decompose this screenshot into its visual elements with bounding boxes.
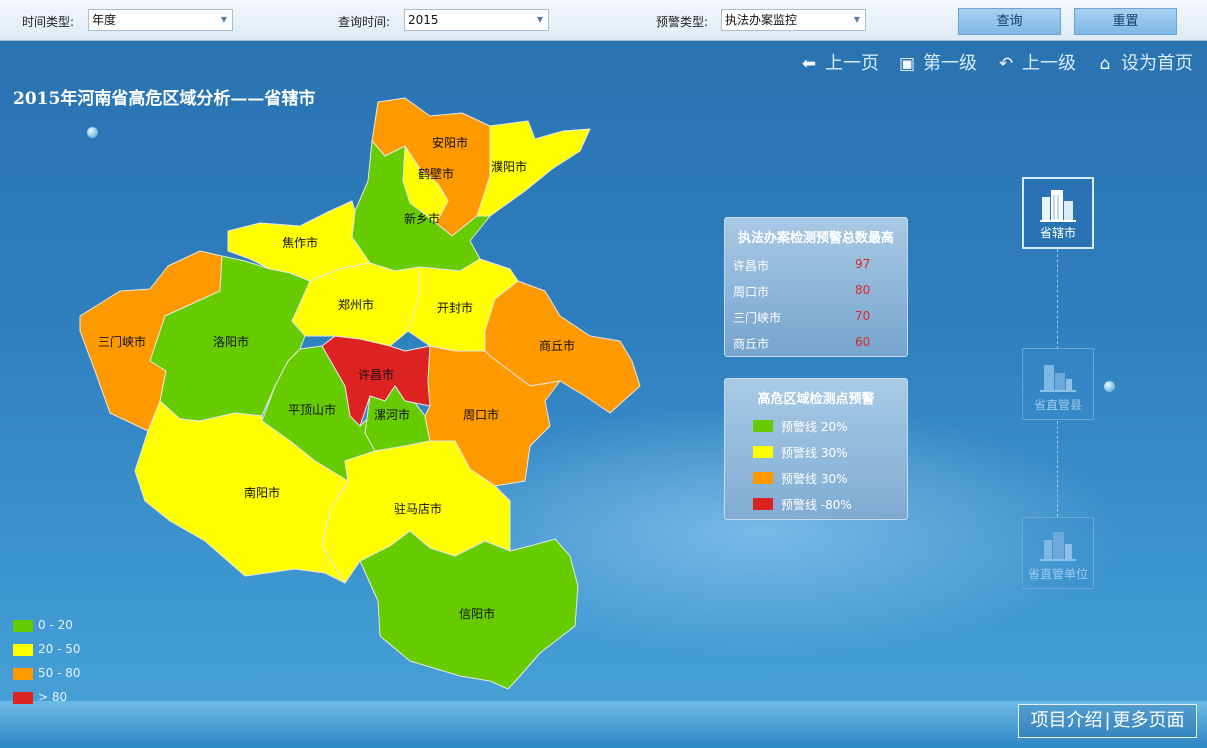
level-connector bbox=[1057, 421, 1058, 517]
legend-swatch bbox=[13, 668, 33, 680]
main-panel: ⬅ 上一页 ▣ 第一级 ↶ 上一级 ⌂ 设为首页 2015年河南省高危区域分析——省辖市 bbox=[0, 41, 1207, 748]
label-puyang: 濮阳市 bbox=[491, 159, 527, 174]
filter-bar: 时间类型: 年度 ▼ 查询时间: 2015 ▼ 预警类型: 执法办案监控 ▼ 查… bbox=[0, 0, 1207, 41]
row-name: 周口市 bbox=[733, 285, 770, 299]
legend-label: 50 - 80 bbox=[38, 666, 81, 680]
warning-line-item: 预警线 30% bbox=[725, 439, 907, 465]
row-value: 60 bbox=[855, 335, 871, 349]
legend-label: > 80 bbox=[38, 690, 68, 704]
chevron-down-icon: ▼ bbox=[853, 15, 860, 24]
label-anyang: 安阳市 bbox=[432, 135, 468, 150]
chevron-down-icon: ▼ bbox=[220, 15, 227, 24]
warning-line-item: 预警线 -80% bbox=[725, 491, 907, 517]
warning-line-label: 预警线 -80% bbox=[781, 498, 852, 512]
top-warning-row[interactable]: 许昌市 97 bbox=[725, 252, 907, 278]
warning-swatch bbox=[753, 472, 773, 484]
label-xinyang: 信阳市 bbox=[459, 606, 495, 621]
project-intro-link[interactable]: 项目介绍 bbox=[1030, 710, 1102, 731]
row-value: 97 bbox=[855, 257, 871, 271]
warning-swatch bbox=[753, 446, 773, 458]
label-luoyang: 洛阳市 bbox=[213, 334, 249, 349]
label-zhumadian: 驻马店市 bbox=[394, 501, 442, 516]
warning-line-label: 预警线 30% bbox=[781, 446, 848, 460]
legend-swatch bbox=[13, 644, 33, 656]
label-kaifeng: 开封市 bbox=[437, 300, 473, 315]
top-warning-row[interactable]: 三门峡市 70 bbox=[725, 304, 907, 330]
query-button[interactable]: 查询 bbox=[958, 8, 1061, 35]
row-name: 三门峡市 bbox=[733, 311, 782, 325]
level-label: 省直管县 bbox=[1033, 398, 1082, 412]
label-jiaozuo: 焦作市 bbox=[282, 235, 318, 250]
legend-label: 20 - 50 bbox=[38, 642, 81, 656]
label-shangqiu: 商丘市 bbox=[539, 338, 575, 353]
warning-lines-title: 高危区域检测点预警 bbox=[757, 392, 875, 407]
row-value: 70 bbox=[855, 309, 871, 323]
time-type-value: 年度 bbox=[92, 13, 117, 27]
chevron-down-icon: ▼ bbox=[536, 15, 543, 24]
label-pingdingshan: 平顶山市 bbox=[288, 402, 336, 417]
row-name: 商丘市 bbox=[733, 337, 770, 351]
footer-links: 项目介绍 | 更多页面 bbox=[1018, 704, 1197, 738]
level-provincial-county[interactable]: 省直管县 bbox=[1022, 348, 1094, 420]
top-warning-box: 执法办案检测预警总数最高 许昌市 97 周口市 80 三门峡市 70 商丘市 6… bbox=[724, 217, 908, 357]
top-warning-title: 执法办案检测预警总数最高 bbox=[737, 231, 894, 246]
warning-lines-box: 高危区域检测点预警 预警线 20% 预警线 30% 预警线 30% 预警线 -8… bbox=[724, 378, 908, 520]
row-value: 80 bbox=[855, 283, 871, 297]
more-pages-link[interactable]: 更多页面 bbox=[1113, 710, 1185, 731]
footer-separator: | bbox=[1104, 710, 1111, 731]
label-xinxiang: 新乡市 bbox=[404, 211, 440, 226]
level-label: 省直管单位 bbox=[1027, 567, 1088, 581]
legend-swatch bbox=[13, 692, 33, 704]
label-sanmenxia: 三门峡市 bbox=[98, 334, 146, 349]
row-name: 许昌市 bbox=[733, 259, 770, 273]
label-zhengzhou: 郑州市 bbox=[338, 297, 374, 312]
building-icon bbox=[1040, 190, 1076, 222]
top-warning-row[interactable]: 商丘市 60 bbox=[725, 330, 907, 356]
query-time-label: 查询时间: bbox=[338, 15, 391, 29]
level-provincial-city[interactable]: 省辖市 bbox=[1022, 177, 1094, 249]
legend-label: 0 - 20 bbox=[38, 618, 73, 632]
warning-type-label: 预警类型: bbox=[656, 15, 709, 29]
building-icon bbox=[1040, 532, 1076, 561]
warning-line-label: 预警线 30% bbox=[781, 472, 848, 486]
level-connector bbox=[1057, 249, 1058, 349]
level-label: 省辖市 bbox=[1039, 226, 1076, 240]
time-type-select[interactable]: 年度 ▼ bbox=[88, 9, 233, 31]
reset-button[interactable]: 重置 bbox=[1074, 8, 1177, 35]
query-time-select[interactable]: 2015 ▼ bbox=[404, 9, 549, 31]
label-zhoukou: 周口市 bbox=[463, 407, 499, 422]
warning-swatch bbox=[753, 420, 773, 432]
time-type-label: 时间类型: bbox=[22, 15, 75, 29]
top-warning-row[interactable]: 周口市 80 bbox=[725, 278, 907, 304]
label-xuchang: 许昌市 bbox=[358, 367, 394, 382]
warning-line-item: 预警线 20% bbox=[725, 413, 907, 439]
warning-type-select[interactable]: 执法办案监控 ▼ bbox=[721, 9, 866, 31]
legend-swatch bbox=[13, 620, 33, 632]
warning-line-item: 预警线 30% bbox=[725, 465, 907, 491]
label-hebi: 鹤壁市 bbox=[418, 166, 454, 181]
warning-line-label: 预警线 20% bbox=[781, 420, 848, 434]
label-nanyang: 南阳市 bbox=[244, 485, 280, 500]
label-luohe: 漯河市 bbox=[374, 407, 410, 422]
building-icon bbox=[1040, 365, 1076, 392]
warning-type-value: 执法办案监控 bbox=[725, 13, 798, 27]
query-time-value: 2015 bbox=[408, 13, 439, 27]
warning-swatch bbox=[753, 498, 773, 510]
level-provincial-unit[interactable]: 省直管单位 bbox=[1022, 517, 1094, 589]
